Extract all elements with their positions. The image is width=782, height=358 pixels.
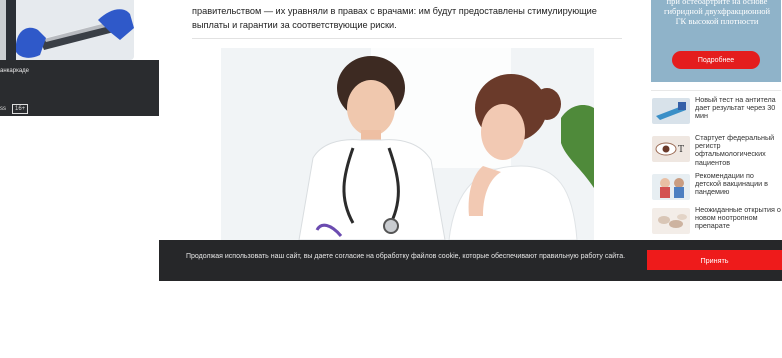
child-icon[interactable] [652,174,690,200]
promo-illustration [0,0,134,60]
news-item[interactable]: Неожиданные открытия о новом ноотропном … [651,205,781,238]
age-rating-badge: 16+ [12,104,29,114]
article-photo [221,48,594,240]
article-divider [192,38,622,39]
cookie-consent-bar: Продолжая использовать наш сайт, вы дает… [159,240,782,281]
promo-meta-text: ss [0,106,6,112]
article: правительством — их уравняли в правах с … [159,0,630,240]
promo-meta: ss 16+ [0,104,29,114]
left-dark-card[interactable]: анкаркаде ss 16+ [0,60,159,116]
rail-ad-banner[interactable]: при остеоартрите на основе гибридной дву… [651,0,781,82]
article-line-2: выплаты и гарантии за соответствующие ри… [192,20,397,30]
accept-cookies-button[interactable]: Принять [647,250,782,270]
doctor-patient-photo [221,48,594,240]
svg-text:T: T [678,145,684,155]
article-text: правительством — их уравняли в правах с … [192,2,612,32]
rail-ad-text: при остеоартрите на основе гибридной дву… [663,0,771,26]
left-promo-block[interactable] [0,0,159,60]
rail-ad-button[interactable]: Подробнее [672,51,760,69]
pipette-icon[interactable] [652,98,690,124]
rail-separator [651,90,781,91]
eye-icon[interactable]: T [652,136,690,162]
pills-icon[interactable] [652,208,690,234]
promo-image[interactable] [0,0,134,60]
news-item[interactable]: T Стартует федеральный регистр офтальмол… [651,133,781,167]
news-item[interactable]: Новый тест на антитела дает результат че… [651,95,781,128]
news-item[interactable]: Рекомендации по детской вакцинации в пан… [651,171,781,204]
news-title[interactable]: Неожиданные открытия о новом ноотропном … [695,205,781,231]
promo-caption[interactable]: анкаркаде [0,68,29,74]
news-title[interactable]: Новый тест на антитела дает результат че… [695,95,781,121]
article-line-1: правительством — их уравняли в правах с … [192,6,597,16]
news-title[interactable]: Стартует федеральный регистр офтальмолог… [695,133,781,167]
cookie-text: Продолжая использовать наш сайт, вы дает… [186,253,626,260]
news-title[interactable]: Рекомендации по детской вакцинации в пан… [695,171,781,197]
